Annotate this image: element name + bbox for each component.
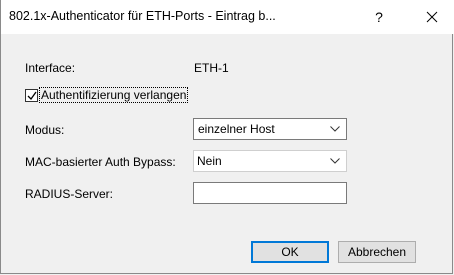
close-icon	[426, 11, 438, 23]
auth-required-checkbox[interactable]	[25, 89, 38, 102]
auth-required-label: Authentifizierung verlangen	[38, 87, 189, 103]
title-bar: 802.1x-Authenticator für ETH-Ports - Ein…	[1, 0, 454, 34]
chevron-down-icon	[330, 126, 340, 132]
mac-bypass-select[interactable]: Nein	[193, 150, 347, 172]
ok-button-label: OK	[281, 245, 299, 259]
window-title: 802.1x-Authenticator für ETH-Ports - Ein…	[9, 9, 276, 23]
help-icon: ?	[375, 9, 383, 25]
cancel-button[interactable]: Abbrechen	[338, 241, 416, 263]
close-button[interactable]	[409, 0, 454, 34]
interface-label: Interface:	[25, 61, 76, 75]
mac-bypass-select-value: Nein	[197, 154, 222, 168]
ok-button[interactable]: OK	[251, 241, 329, 263]
dialog-window: 802.1x-Authenticator für ETH-Ports - Ein…	[0, 0, 454, 274]
radius-server-input[interactable]	[193, 182, 347, 204]
mode-select-value: einzelner Host	[198, 122, 275, 136]
checkmark-icon	[27, 91, 37, 101]
cancel-button-label: Abbrechen	[347, 245, 407, 259]
help-button[interactable]: ?	[356, 0, 402, 34]
mode-select[interactable]: einzelner Host	[193, 118, 347, 140]
mac-bypass-label: MAC-basierter Auth Bypass:	[25, 155, 176, 169]
interface-value: ETH-1	[194, 61, 229, 75]
chevron-down-icon	[330, 158, 340, 164]
mode-label: Modus:	[25, 123, 65, 137]
radius-server-label: RADIUS-Server:	[25, 187, 114, 201]
